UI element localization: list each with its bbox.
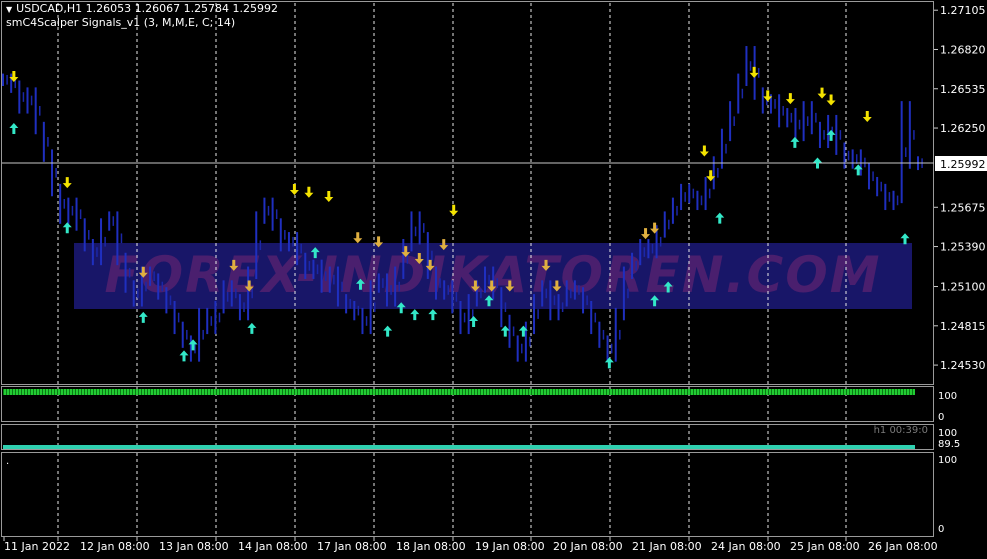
sell-arrow-icon [817,87,827,99]
time-tick-label: 19 Jan 08:00 [475,540,545,553]
buy-arrow-icon [604,357,614,369]
buy-arrow-icon [62,222,72,234]
signal-arrows [9,66,910,369]
symbol-line: ▼ USDCAD,H1 1.26053 1.26067 1.25784 1.259… [6,2,278,16]
sub1-top-label: 100 [938,391,957,402]
price-tick-label: 1.26250 [940,122,986,135]
chart-header: ▼ USDCAD,H1 1.26053 1.26067 1.25784 1.259… [6,2,278,30]
sub1-bottom-label: 0 [938,412,944,423]
time-tick-label: 12 Jan 08:00 [80,540,150,553]
buy-arrow-icon [715,212,725,224]
sell-arrow-icon [699,145,709,157]
time-tick-label: 20 Jan 08:00 [553,540,623,553]
sub2-top-label: 100 [938,428,957,439]
time-tick-label: 24 Jan 08:00 [711,540,781,553]
time-tick-label: 17 Jan 08:00 [317,540,387,553]
time-tick-label: 21 Jan 08:00 [632,540,702,553]
sell-arrow-icon [289,184,299,196]
price-tick-label: 1.25100 [940,281,986,294]
subwindow-3-frame [1,452,934,537]
sell-arrow-icon [785,93,795,105]
buy-arrow-icon [900,233,910,245]
indicator-line: smC4Scalper Signals_v1 (3, M,M,E, C; 14) [6,16,236,29]
sell-arrow-icon [324,190,334,202]
buy-arrow-icon [410,309,420,321]
buy-arrow-icon [188,339,198,351]
time-tick-label: 18 Jan 08:00 [396,540,466,553]
current-price-label: 1.25992 [940,158,986,171]
time-axis[interactable]: 11 Jan 2022 12 Jan 08:00 13 Jan 08:00 14 Ja… [3,537,938,553]
sell-arrow-icon [862,111,872,123]
price-tick-label: 1.25675 [940,201,986,214]
sell-arrow-icon [304,186,314,198]
subwindow-2-histogram [3,445,915,449]
sell-arrow-icon [641,228,651,240]
symbol-text: USDCAD,H1 1.26053 1.26067 1.25784 1.2599… [16,2,279,15]
buy-arrow-icon [247,322,257,334]
main-chart-frame [1,1,934,385]
buy-arrow-icon [469,315,479,327]
price-tick-label: 1.25390 [940,241,986,254]
sub2-mid-label: 89.5 [938,439,960,450]
time-tick-label: 26 Jan 08:00 [868,540,938,553]
sub3-top-label: 100 [938,455,957,466]
chart-canvas[interactable]: FOREX-INDIKATOREN.COM 1.271051.268201.26… [0,0,987,555]
price-axis[interactable]: 1.27105 1.26820 1.26535 1.26250 1.25675 1.253… [934,4,986,372]
price-tick-label: 1.27105 [940,4,986,17]
sell-arrow-icon [353,232,363,244]
sell-arrow-icon [826,94,836,106]
price-tick-label: 1.26820 [940,43,986,56]
buy-arrow-icon [179,350,189,362]
dropdown-triangle-icon[interactable]: ▼ [6,5,12,14]
sub3-bottom-label: 0 [938,524,944,535]
price-tick-label: 1.24815 [940,320,986,333]
sell-arrow-icon [449,204,459,216]
buy-arrow-icon [790,136,800,148]
time-tick-label: 25 Jan 08:00 [790,540,860,553]
time-tick-label: 11 Jan 2022 [4,540,70,553]
price-tick-label: 1.24530 [940,359,986,372]
buy-arrow-icon [500,325,510,337]
price-tick-label: 1.26535 [940,83,986,96]
sell-arrow-icon [62,177,72,189]
subwindow-1-histogram-stripes [3,389,915,395]
buy-arrow-icon [428,309,438,321]
price-bars [2,46,923,362]
sell-arrow-icon [650,222,660,234]
time-tick-label: 13 Jan 08:00 [159,540,229,553]
sub3-dot: . [6,456,9,467]
mt4-chart-window[interactable]: FOREX-INDIKATOREN.COM 1.271051.268201.26… [0,0,987,555]
buy-arrow-icon [383,325,393,337]
time-tick-label: 14 Jan 08:00 [238,540,308,553]
timer-label: h1 00:39:0 [874,425,928,436]
buy-arrow-icon [9,123,19,135]
buy-arrow-icon [138,311,148,323]
